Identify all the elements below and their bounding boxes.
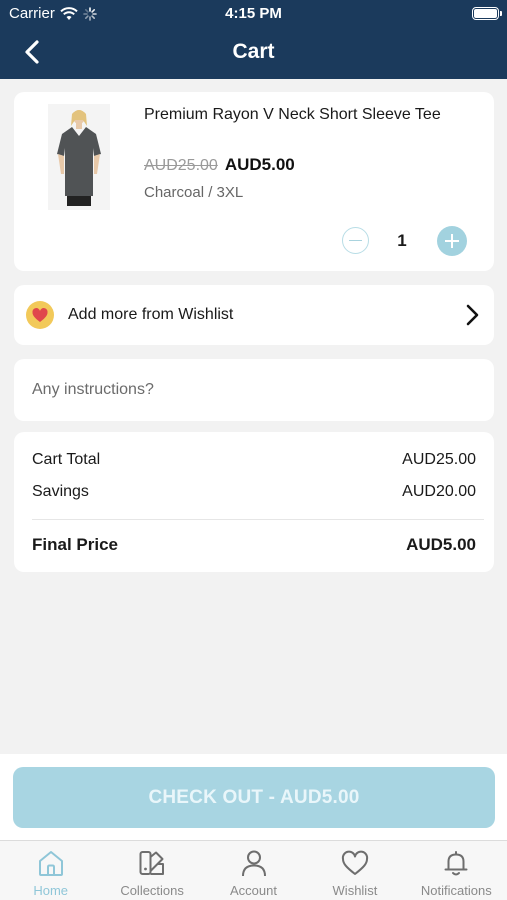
collections-icon	[139, 851, 165, 875]
bell-icon	[444, 851, 468, 876]
final-price-value: AUD5.00	[406, 535, 476, 554]
original-price: AUD25.00	[144, 157, 218, 174]
product-name[interactable]: Premium Rayon V Neck Short Sleeve Tee	[144, 104, 444, 126]
tab-wishlist[interactable]: Wishlist	[304, 841, 405, 900]
page-title: Cart	[232, 40, 275, 63]
back-button[interactable]	[20, 36, 50, 68]
status-bar: Carrier 4:15 PM	[0, 0, 507, 28]
chevron-left-icon	[25, 40, 39, 64]
sale-price: AUD5.00	[224, 155, 295, 174]
status-time: 4:15 PM	[225, 5, 282, 22]
savings-row: Savings AUD20.00	[32, 483, 476, 501]
wishlist-heart-icon	[26, 301, 54, 329]
add-from-wishlist-row[interactable]: Add more from Wishlist	[14, 285, 494, 345]
checkout-button[interactable]: CHECK OUT - AUD5.00	[13, 767, 495, 828]
tab-notifications-label: Notifications	[420, 883, 492, 898]
tab-account[interactable]: Account	[203, 841, 304, 900]
price-row: AUD25.00 AUD5.00	[144, 155, 295, 175]
final-price-label: Final Price	[32, 535, 118, 554]
tab-account-label: Account	[230, 883, 277, 898]
heart-icon	[341, 850, 369, 875]
tab-wishlist-label: Wishlist	[332, 883, 378, 898]
instructions-input[interactable]	[14, 359, 494, 421]
savings-value: AUD20.00	[402, 483, 476, 500]
tab-collections-label: Collections	[120, 883, 184, 898]
cart-total-label: Cart Total	[32, 451, 101, 468]
price-summary-card: Cart Total AUD25.00 Savings AUD20.00 Fin…	[14, 432, 494, 572]
tab-home[interactable]: Home	[0, 841, 101, 900]
product-variant: Charcoal / 3XL	[144, 184, 244, 201]
tab-home-label: Home	[33, 883, 69, 898]
final-price-row: Final Price AUD5.00	[32, 535, 476, 555]
chevron-right-icon	[466, 304, 479, 326]
tshirt-model-image	[48, 104, 110, 210]
increase-quantity-button[interactable]	[437, 226, 467, 256]
product-image[interactable]	[48, 104, 110, 210]
quantity-value: 1	[397, 231, 407, 250]
account-icon	[241, 850, 266, 877]
checkout-area: CHECK OUT - AUD5.00	[0, 754, 507, 840]
tab-notifications[interactable]: Notifications	[406, 841, 507, 900]
nav-bar: Cart	[0, 30, 507, 74]
home-icon	[38, 851, 63, 876]
cart-total-value: AUD25.00	[402, 451, 476, 468]
tab-bar: Home Collections Account Wishlist Notifi…	[0, 840, 507, 900]
summary-divider	[32, 519, 484, 520]
savings-label: Savings	[32, 483, 89, 500]
cart-total-row: Cart Total AUD25.00	[32, 451, 476, 469]
wishlist-label: Add more from Wishlist	[68, 306, 234, 323]
app-header: Carrier 4:15 PM Cart	[0, 0, 507, 79]
cart-item-card: Premium Rayon V Neck Short Sleeve Tee AU…	[14, 92, 494, 271]
decrease-quantity-button[interactable]	[342, 227, 369, 254]
instructions-card	[14, 359, 494, 421]
tab-collections[interactable]: Collections	[101, 841, 202, 900]
battery-icon	[472, 7, 502, 20]
